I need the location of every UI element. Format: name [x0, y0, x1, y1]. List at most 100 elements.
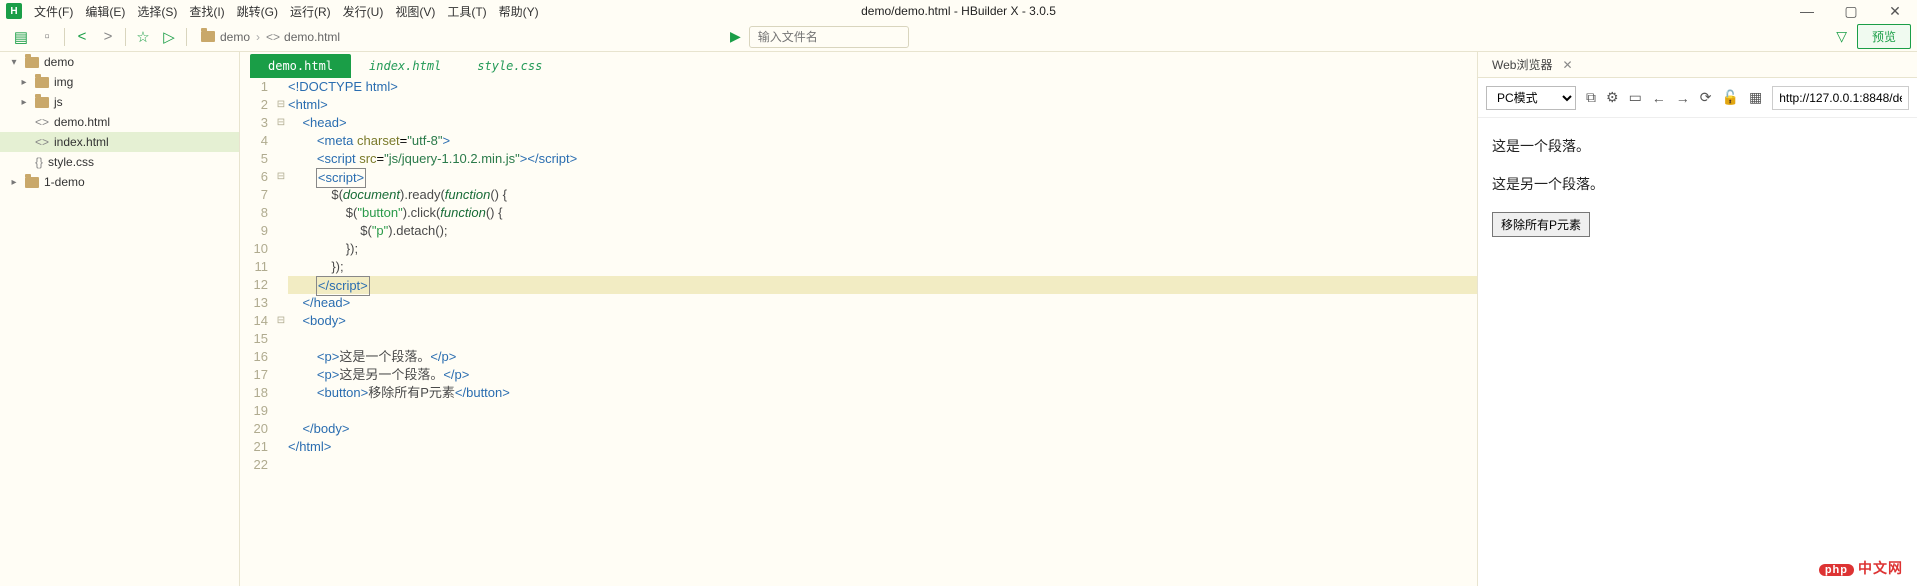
- code-line[interactable]: </html>: [288, 438, 1477, 456]
- breadcrumb-item[interactable]: demo.html: [284, 30, 340, 44]
- menu-item[interactable]: 工具(T): [441, 5, 492, 19]
- line-number: 12: [240, 276, 268, 294]
- tree-row[interactable]: ▸img: [0, 72, 239, 92]
- filter-icon[interactable]: ▽: [1836, 28, 1847, 45]
- folder-icon: [25, 57, 39, 68]
- code-line[interactable]: [288, 402, 1477, 420]
- new-file-icon[interactable]: ▤: [8, 24, 34, 50]
- editor-tab[interactable]: demo.html: [250, 54, 351, 78]
- menu-item[interactable]: 编辑(E): [79, 5, 131, 19]
- line-number: 17: [240, 366, 268, 384]
- code-line[interactable]: $("p").detach();: [288, 222, 1477, 240]
- code-line[interactable]: <meta charset="utf-8">: [288, 132, 1477, 150]
- chevron-right-icon: ›: [256, 30, 260, 44]
- code-line[interactable]: <html>: [288, 96, 1477, 114]
- tree-row[interactable]: {}style.css: [0, 152, 239, 172]
- lock-icon[interactable]: 🔓: [1722, 89, 1739, 106]
- chevron-icon[interactable]: ▸: [18, 97, 30, 108]
- run-icon[interactable]: ▷: [156, 24, 182, 50]
- menu-item[interactable]: 文件(F): [28, 5, 79, 19]
- chevron-icon[interactable]: ▾: [8, 57, 20, 68]
- tree-row[interactable]: ▸js: [0, 92, 239, 112]
- code-line[interactable]: [288, 456, 1477, 474]
- chevron-icon[interactable]: ▸: [18, 77, 30, 88]
- line-gutter: 12345678910111213141516171819202122: [240, 78, 274, 586]
- tree-row[interactable]: <>demo.html: [0, 112, 239, 132]
- refresh-icon[interactable]: ⟳: [1700, 89, 1712, 106]
- back-icon[interactable]: ←: [1652, 90, 1666, 106]
- chevron-icon[interactable]: ▸: [8, 177, 20, 188]
- nav-forward-icon[interactable]: >: [95, 24, 121, 50]
- line-number: 15: [240, 330, 268, 348]
- code-line[interactable]: [288, 330, 1477, 348]
- star-icon[interactable]: ☆: [130, 24, 156, 50]
- file-search-input[interactable]: [749, 26, 909, 48]
- code-line[interactable]: <p>这是另一个段落。</p>: [288, 366, 1477, 384]
- folder-icon: [35, 97, 49, 108]
- gear-icon[interactable]: ⚙: [1606, 89, 1619, 106]
- tree-row[interactable]: ▸ 1-demo: [0, 172, 239, 192]
- editor-tab[interactable]: index.html: [351, 54, 459, 78]
- window-title: demo/demo.html - HBuilder X - 3.0.5: [861, 4, 1056, 18]
- code-line[interactable]: </head>: [288, 294, 1477, 312]
- file-icon: <>: [35, 135, 49, 149]
- menu-item[interactable]: 帮助(Y): [493, 5, 545, 19]
- maximize-icon[interactable]: ▢: [1829, 0, 1873, 22]
- preview-button[interactable]: 预览: [1857, 24, 1911, 49]
- code-line[interactable]: <head>: [288, 114, 1477, 132]
- code-line[interactable]: $(document).ready(function() {: [288, 186, 1477, 204]
- file-icon: <>: [266, 30, 280, 44]
- code-line[interactable]: });: [288, 240, 1477, 258]
- preview-mode-select[interactable]: PC模式: [1486, 86, 1576, 110]
- preview-url-input[interactable]: [1772, 86, 1909, 110]
- menu-item[interactable]: 发行(U): [337, 5, 390, 19]
- close-icon[interactable]: ✕: [1873, 0, 1917, 22]
- new-window-icon[interactable]: ⧉: [1586, 89, 1596, 106]
- run-target-icon[interactable]: ▶: [730, 28, 741, 45]
- code-line[interactable]: </body>: [288, 420, 1477, 438]
- save-icon[interactable]: ▫: [34, 24, 60, 50]
- nav-back-icon[interactable]: <: [69, 24, 95, 50]
- code-editor[interactable]: 12345678910111213141516171819202122 ⊟⊟⊟⊟…: [240, 78, 1477, 586]
- fold-toggle-icon[interactable]: ⊟: [274, 312, 288, 330]
- fold-toggle-icon: [274, 348, 288, 366]
- minimize-icon[interactable]: —: [1785, 0, 1829, 22]
- code-content[interactable]: <!DOCTYPE html><html> <head> <meta chars…: [288, 78, 1477, 586]
- watermark-badge: php: [1819, 564, 1854, 576]
- menu-item[interactable]: 选择(S): [131, 5, 183, 19]
- tree-label: index.html: [54, 135, 109, 149]
- menu-item[interactable]: 运行(R): [284, 5, 337, 19]
- tree-row[interactable]: ▾demo: [0, 52, 239, 72]
- watermark-text: 中文网: [1858, 560, 1903, 576]
- forward-icon[interactable]: →: [1676, 90, 1690, 106]
- fold-toggle-icon: [274, 438, 288, 456]
- code-line[interactable]: <script>: [288, 168, 1477, 186]
- tree-label: 1-demo: [44, 175, 85, 189]
- code-line[interactable]: <button>移除所有P元素</button>: [288, 384, 1477, 402]
- qr-icon[interactable]: ▦: [1749, 89, 1762, 106]
- code-line[interactable]: <script src="js/jquery-1.10.2.min.js"></…: [288, 150, 1477, 168]
- code-line[interactable]: });: [288, 258, 1477, 276]
- fold-toggle-icon[interactable]: ⊟: [274, 96, 288, 114]
- menu-item[interactable]: 查找(I): [183, 5, 230, 19]
- preview-tab-label[interactable]: Web浏览器: [1486, 56, 1558, 73]
- line-number: 13: [240, 294, 268, 312]
- app-logo: H: [6, 3, 22, 19]
- fold-toggle-icon: [274, 222, 288, 240]
- file-icon: <>: [35, 115, 49, 129]
- editor-tab[interactable]: style.css: [459, 54, 560, 78]
- close-icon[interactable]: ✕: [1562, 58, 1572, 72]
- fold-toggle-icon[interactable]: ⊟: [274, 114, 288, 132]
- fold-toggle-icon[interactable]: ⊟: [274, 168, 288, 186]
- code-line[interactable]: $("button").click(function() {: [288, 204, 1477, 222]
- code-line[interactable]: </script>: [288, 276, 1477, 294]
- code-line[interactable]: <p>这是一个段落。</p>: [288, 348, 1477, 366]
- menu-item[interactable]: 跳转(G): [231, 5, 284, 19]
- remove-p-button[interactable]: 移除所有P元素: [1492, 212, 1590, 237]
- device-icon[interactable]: ▭: [1629, 89, 1642, 106]
- code-line[interactable]: <body>: [288, 312, 1477, 330]
- code-line[interactable]: <!DOCTYPE html>: [288, 78, 1477, 96]
- menu-item[interactable]: 视图(V): [389, 5, 441, 19]
- tree-row[interactable]: <> index.html: [0, 132, 239, 152]
- breadcrumb-item[interactable]: demo: [220, 30, 250, 44]
